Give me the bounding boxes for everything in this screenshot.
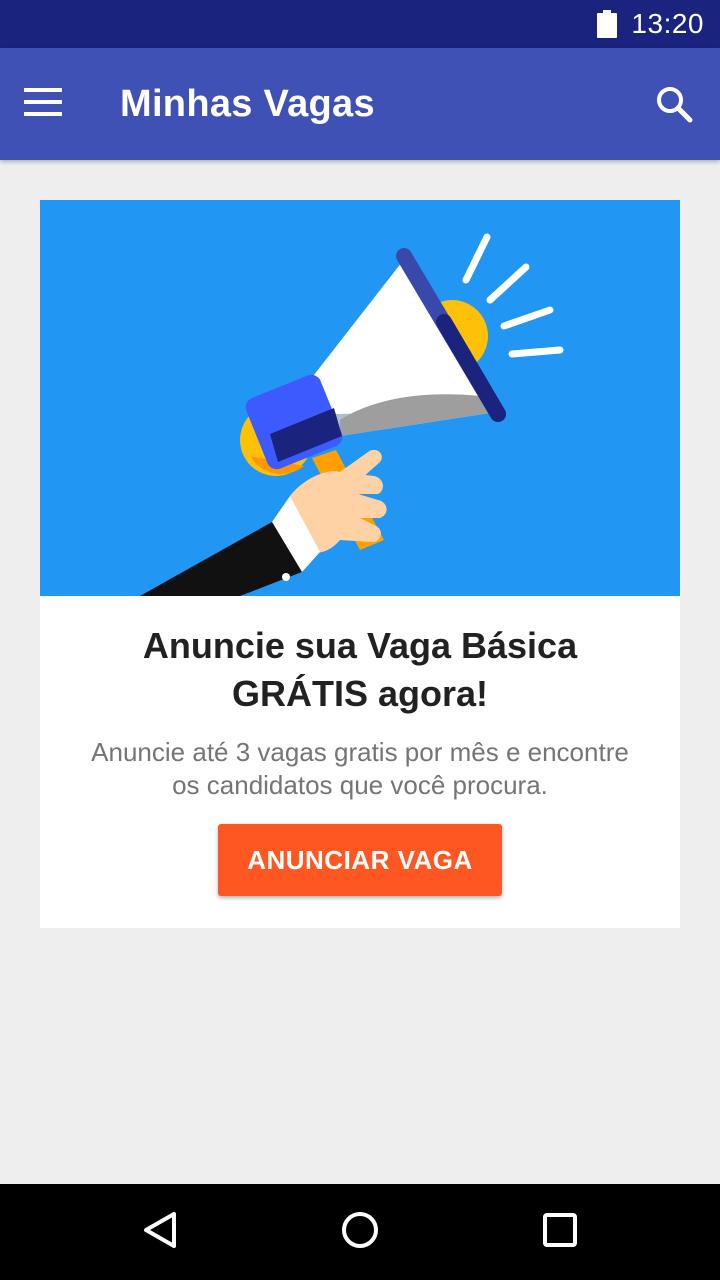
navigation-bar (0, 1184, 720, 1280)
status-bar: 13:20 (0, 0, 720, 48)
search-icon (655, 85, 693, 128)
home-button[interactable] (332, 1204, 388, 1260)
battery-full-icon (597, 10, 618, 38)
status-time: 13:20 (631, 8, 704, 39)
megaphone-illustration (40, 200, 680, 596)
recents-icon (540, 1210, 580, 1255)
app-bar: Minhas Vagas (0, 48, 720, 160)
promo-description-line: os candidatos que você procura. (172, 770, 548, 800)
home-icon (340, 1210, 380, 1255)
menu-button[interactable] (24, 76, 88, 132)
promo-title-line: GRÁTIS agora! (231, 673, 489, 714)
post-job-button[interactable]: ANUNCIAR VAGA (218, 824, 502, 896)
promo-card: Anuncie sua Vaga Básica GRÁTIS agora! An… (40, 200, 680, 928)
recents-button[interactable] (532, 1204, 588, 1260)
back-button[interactable] (132, 1204, 188, 1260)
search-button[interactable] (650, 82, 698, 130)
promo-description: Anuncie até 3 vagas gratis por mês e enc… (80, 736, 640, 802)
promo-title: Anuncie sua Vaga Básica GRÁTIS agora! (80, 622, 640, 718)
promo-title-line: Anuncie sua Vaga Básica (142, 625, 578, 666)
page-title: Minhas Vagas (120, 83, 375, 125)
back-icon (140, 1210, 180, 1255)
menu-icon (24, 87, 62, 121)
promo-description-line: Anuncie até 3 vagas gratis por mês e enc… (91, 737, 629, 767)
